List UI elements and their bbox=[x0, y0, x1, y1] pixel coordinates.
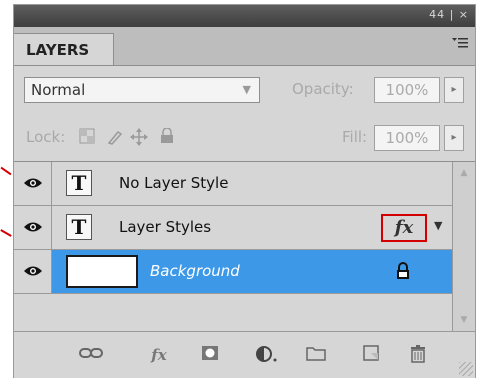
layers-scrollbar[interactable]: ▲ ▼ bbox=[452, 162, 475, 331]
new-group-icon[interactable] bbox=[304, 345, 328, 365]
blend-mode-value: Normal bbox=[31, 81, 86, 99]
panel-titlebar: 44 | × bbox=[14, 5, 475, 27]
layer-name[interactable]: Background bbox=[150, 262, 240, 280]
fill-slider-button[interactable]: ▸ bbox=[444, 125, 464, 151]
eye-icon bbox=[24, 178, 42, 188]
layer-row-background[interactable]: Background bbox=[14, 250, 452, 294]
visibility-toggle[interactable] bbox=[14, 206, 52, 249]
scroll-up-icon[interactable]: ▲ bbox=[453, 164, 475, 182]
blend-mode-select[interactable]: Normal ▼ bbox=[24, 77, 260, 103]
layer-row-no-layer-style[interactable]: T No Layer Style bbox=[14, 162, 452, 206]
mask-icon[interactable] bbox=[198, 345, 222, 365]
lock-row: Lock: Fill: 100% ▸ bbox=[14, 115, 475, 162]
link-layers-icon[interactable] bbox=[79, 345, 103, 365]
layer-name[interactable]: No Layer Style bbox=[119, 174, 228, 192]
layers-panel: 44 | × LAYERS Normal ▼ Opacity: 100% ▸ L… bbox=[14, 5, 475, 378]
opacity-label: Opacity: bbox=[292, 80, 354, 98]
lock-transparent-icon[interactable] bbox=[78, 128, 96, 146]
titlebar-controls[interactable]: 44 | × bbox=[429, 8, 469, 21]
bottom-toolbar: fx bbox=[14, 331, 475, 378]
layer-effects-fx-icon[interactable]: fx bbox=[381, 214, 427, 242]
opacity-slider-button[interactable]: ▸ bbox=[444, 77, 464, 103]
blend-row: Normal ▼ Opacity: 100% ▸ bbox=[14, 66, 475, 114]
layers-list: T No Layer Style T Layer Styles fx ▼ Bac… bbox=[14, 162, 475, 331]
adjustment-layer-icon[interactable] bbox=[255, 345, 279, 365]
tab-row: LAYERS bbox=[14, 27, 475, 66]
panel-menu-icon[interactable] bbox=[451, 37, 469, 55]
text-layer-thumbnail[interactable]: T bbox=[66, 214, 92, 240]
fill-input[interactable]: 100% bbox=[374, 125, 440, 151]
chevron-down-icon: ▼ bbox=[242, 83, 251, 96]
visibility-toggle[interactable] bbox=[14, 162, 52, 205]
text-layer-thumbnail[interactable]: T bbox=[66, 170, 92, 196]
fx-icon[interactable]: fx bbox=[147, 345, 171, 365]
resize-grip[interactable] bbox=[459, 362, 473, 376]
lock-image-icon[interactable] bbox=[106, 128, 124, 146]
layer-thumbnail[interactable] bbox=[66, 255, 138, 288]
annotation-mark bbox=[0, 166, 12, 176]
tab-layers[interactable]: LAYERS bbox=[14, 33, 114, 65]
layer-row-layer-styles[interactable]: T Layer Styles fx ▼ bbox=[14, 206, 452, 250]
lock-all-icon[interactable] bbox=[158, 127, 176, 146]
fill-label: Fill: bbox=[342, 128, 368, 146]
opacity-input[interactable]: 100% bbox=[374, 77, 440, 103]
scroll-down-icon[interactable]: ▼ bbox=[453, 311, 475, 329]
lock-label: Lock: bbox=[26, 128, 66, 146]
new-layer-icon[interactable] bbox=[359, 345, 383, 365]
annotation-mark bbox=[0, 229, 12, 237]
lock-icon bbox=[397, 262, 409, 279]
lock-position-icon[interactable] bbox=[130, 128, 148, 146]
eye-icon bbox=[24, 266, 42, 276]
layer-name[interactable]: Layer Styles bbox=[119, 218, 211, 236]
eye-icon bbox=[24, 222, 42, 232]
delete-icon[interactable] bbox=[406, 345, 430, 365]
visibility-toggle[interactable] bbox=[14, 250, 52, 293]
expand-effects-icon[interactable]: ▼ bbox=[434, 219, 442, 232]
